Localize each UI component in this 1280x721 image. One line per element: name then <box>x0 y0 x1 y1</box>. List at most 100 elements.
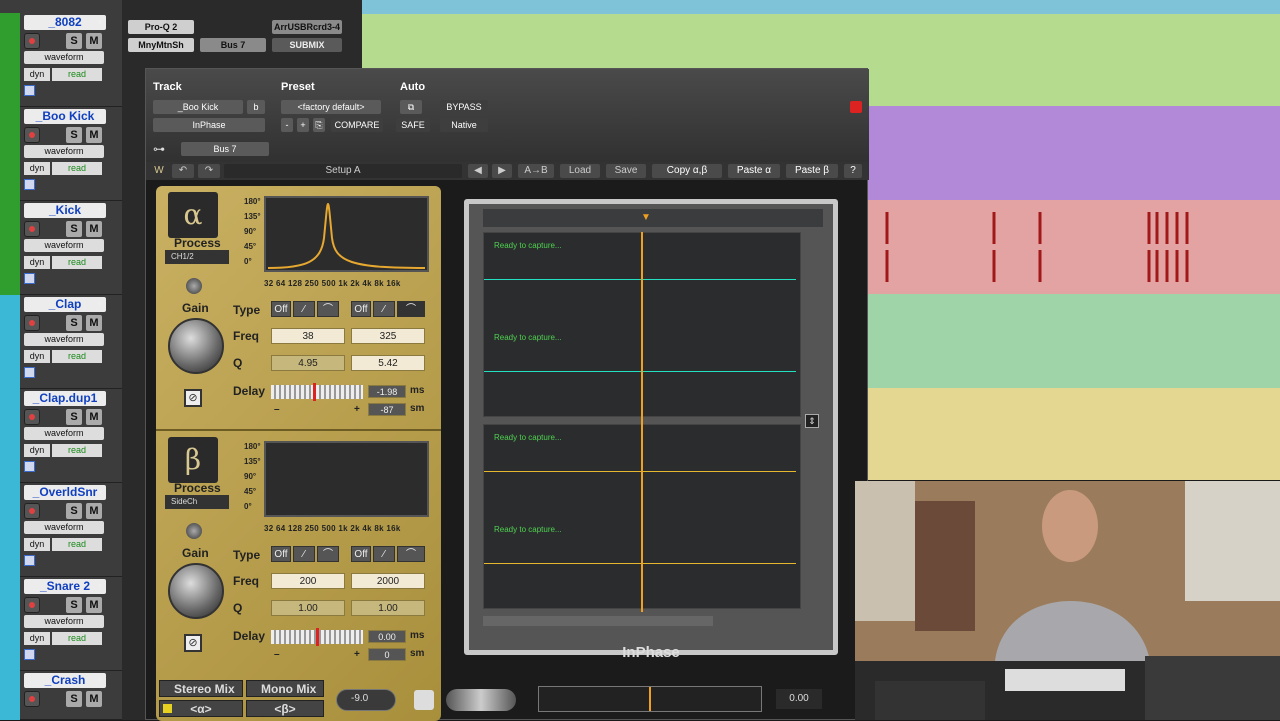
chevron-down-icon[interactable]: ▼ <box>94 297 106 312</box>
delay-samples-field[interactable]: -87 <box>368 403 406 416</box>
solo-button[interactable]: S <box>66 409 82 425</box>
playlist-icon[interactable] <box>24 367 35 378</box>
gain-knob[interactable] <box>168 563 224 619</box>
highpass-icon[interactable]: ⁄ <box>293 546 315 562</box>
track-selector[interactable]: _Boo Kick <box>153 100 243 114</box>
record-icon[interactable] <box>24 503 40 519</box>
record-icon[interactable] <box>24 33 40 49</box>
dyn-button[interactable]: dyn <box>24 538 50 551</box>
playlist-icon[interactable] <box>24 179 35 190</box>
solo-button[interactable]: S <box>66 597 82 613</box>
delay-plus[interactable]: + <box>354 649 360 660</box>
process-selector[interactable]: CH1/2 <box>165 250 229 264</box>
automation-mode[interactable]: read <box>52 350 102 363</box>
bandpass-icon[interactable]: ⌒ <box>317 546 339 562</box>
horizontal-scrollbar[interactable] <box>483 616 713 626</box>
bandpass-icon[interactable]: ⌒ <box>317 301 339 317</box>
delay-slider-handle[interactable] <box>316 628 319 646</box>
bandpass-icon[interactable]: ⌒ <box>397 301 425 317</box>
chevron-down-icon[interactable]: ▼ <box>94 15 106 30</box>
clipboard-icon[interactable]: ⎘ <box>313 118 325 132</box>
delay-slider[interactable] <box>271 385 363 399</box>
input-selector[interactable]: ArrUSBRcrd3-4 <box>272 20 342 34</box>
mute-button[interactable]: M <box>86 597 102 613</box>
delay-plus[interactable]: + <box>354 404 360 415</box>
help-button[interactable]: ? <box>844 164 862 178</box>
sidechain-selector[interactable]: Bus 7 <box>181 142 269 156</box>
mute-button[interactable]: M <box>86 127 102 143</box>
insert-selector[interactable]: InPhase <box>153 118 265 132</box>
lock-icon[interactable] <box>414 690 434 710</box>
track-view-selector[interactable]: waveform <box>24 239 104 252</box>
output-gain-value[interactable]: -9.0 <box>351 693 368 704</box>
playlist-icon[interactable] <box>24 461 35 472</box>
invert-phase-icon[interactable]: ⊘ <box>184 389 202 407</box>
process-selector[interactable]: SideCh <box>165 495 229 509</box>
playlist-icon[interactable] <box>24 649 35 660</box>
compare-button[interactable]: COMPARE <box>331 118 383 132</box>
q2-field[interactable]: 1.00 <box>351 600 425 616</box>
track-view-selector[interactable]: waveform <box>24 51 104 64</box>
filter-off-button[interactable]: Off <box>271 546 291 562</box>
playlist-icon[interactable] <box>24 273 35 284</box>
solo-button[interactable]: S <box>66 33 82 49</box>
delay-slider-handle[interactable] <box>313 383 316 401</box>
copy-button[interactable]: Copy α,β <box>652 164 722 178</box>
dyn-button[interactable]: dyn <box>24 68 50 81</box>
solo-button[interactable]: S <box>66 315 82 331</box>
setup-display[interactable]: Setup A <box>224 164 462 178</box>
delay-minus[interactable]: – <box>274 404 280 415</box>
track-view-selector[interactable]: waveform <box>24 521 104 534</box>
send-slot[interactable]: Bus 7 <box>200 38 266 52</box>
target-icon[interactable] <box>850 101 862 113</box>
solo-button[interactable]: S <box>66 503 82 519</box>
insert-position[interactable]: b <box>247 100 265 114</box>
record-icon[interactable] <box>24 127 40 143</box>
q1-field[interactable]: 1.00 <box>271 600 345 616</box>
compare-icon[interactable]: ⧉ <box>400 100 422 114</box>
delay-minus[interactable]: – <box>274 649 280 660</box>
solo-button[interactable]: S <box>66 691 82 707</box>
freq2-field[interactable]: 325 <box>351 328 425 344</box>
insert-slot[interactable]: MnyMtnSh <box>128 38 194 52</box>
zoom-icon[interactable]: ⇕ <box>805 414 819 428</box>
automation-mode[interactable]: read <box>52 68 102 81</box>
invert-phase-icon[interactable]: ⊘ <box>184 634 202 652</box>
filter-off-button[interactable]: Off <box>351 546 371 562</box>
load-button[interactable]: Load <box>560 164 600 178</box>
filter-off-button[interactable]: Off <box>271 301 291 317</box>
record-icon[interactable] <box>24 221 40 237</box>
next-setup-icon[interactable]: ▶ <box>492 164 512 178</box>
paste-alpha-button[interactable]: Paste α <box>728 164 780 178</box>
solo-button[interactable]: S <box>66 221 82 237</box>
prev-preset-button[interactable]: - <box>281 118 293 132</box>
beta-select-button[interactable]: <β> <box>246 700 324 717</box>
mix-slider[interactable] <box>446 689 516 711</box>
mute-button[interactable]: M <box>86 315 102 331</box>
chevron-down-icon[interactable]: ▼ <box>94 203 106 218</box>
freq1-field[interactable]: 200 <box>271 573 345 589</box>
highpass-icon[interactable]: ⁄ <box>373 546 395 562</box>
mute-button[interactable]: M <box>86 503 102 519</box>
delay-ms-field[interactable]: 0.00 <box>368 630 406 643</box>
playlist-icon[interactable] <box>24 555 35 566</box>
q2-field[interactable]: 5.42 <box>351 355 425 371</box>
dyn-button[interactable]: dyn <box>24 350 50 363</box>
playlist-icon[interactable] <box>24 85 35 96</box>
automation-mode[interactable]: read <box>52 162 102 175</box>
output-selector[interactable]: SUBMIX <box>272 38 342 52</box>
automation-mode[interactable]: read <box>52 256 102 269</box>
display-timeline[interactable] <box>483 209 823 227</box>
track-view-selector[interactable]: waveform <box>24 615 104 628</box>
ab-toggle-button[interactable]: A→B <box>518 164 554 178</box>
highpass-icon[interactable]: ⁄ <box>373 301 395 317</box>
stereo-mix-button[interactable]: Stereo Mix <box>159 680 243 697</box>
automation-mode[interactable]: read <box>52 444 102 457</box>
native-button[interactable]: Native <box>440 118 488 132</box>
gain-knob[interactable] <box>168 318 224 374</box>
safe-button[interactable]: SAFE <box>396 118 430 132</box>
delay-samples-field[interactable]: 0 <box>368 648 406 661</box>
undo-icon[interactable]: ↶ <box>172 164 194 178</box>
dyn-button[interactable]: dyn <box>24 632 50 645</box>
chevron-down-icon[interactable]: ▼ <box>94 673 106 688</box>
